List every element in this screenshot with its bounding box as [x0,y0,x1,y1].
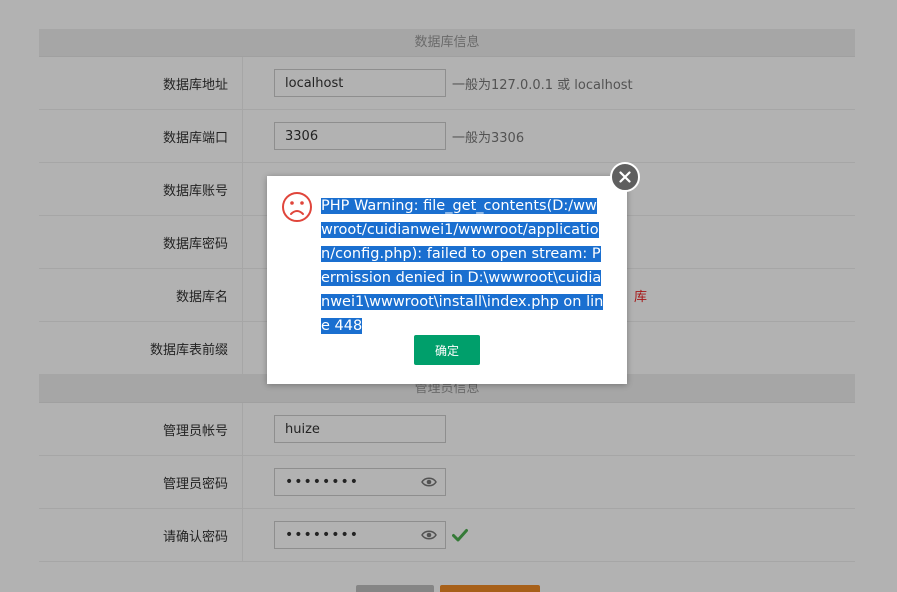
error-message-text: PHP Warning: file_get_contents(D:/wwwroo… [321,198,604,334]
close-button[interactable] [610,162,640,192]
close-icon [619,171,631,183]
ok-button[interactable]: 确定 [414,335,480,365]
sad-face-icon [282,192,312,222]
error-message: PHP Warning: file_get_contents(D:/wwwroo… [321,194,607,338]
error-dialog: PHP Warning: file_get_contents(D:/wwwroo… [267,162,640,384]
